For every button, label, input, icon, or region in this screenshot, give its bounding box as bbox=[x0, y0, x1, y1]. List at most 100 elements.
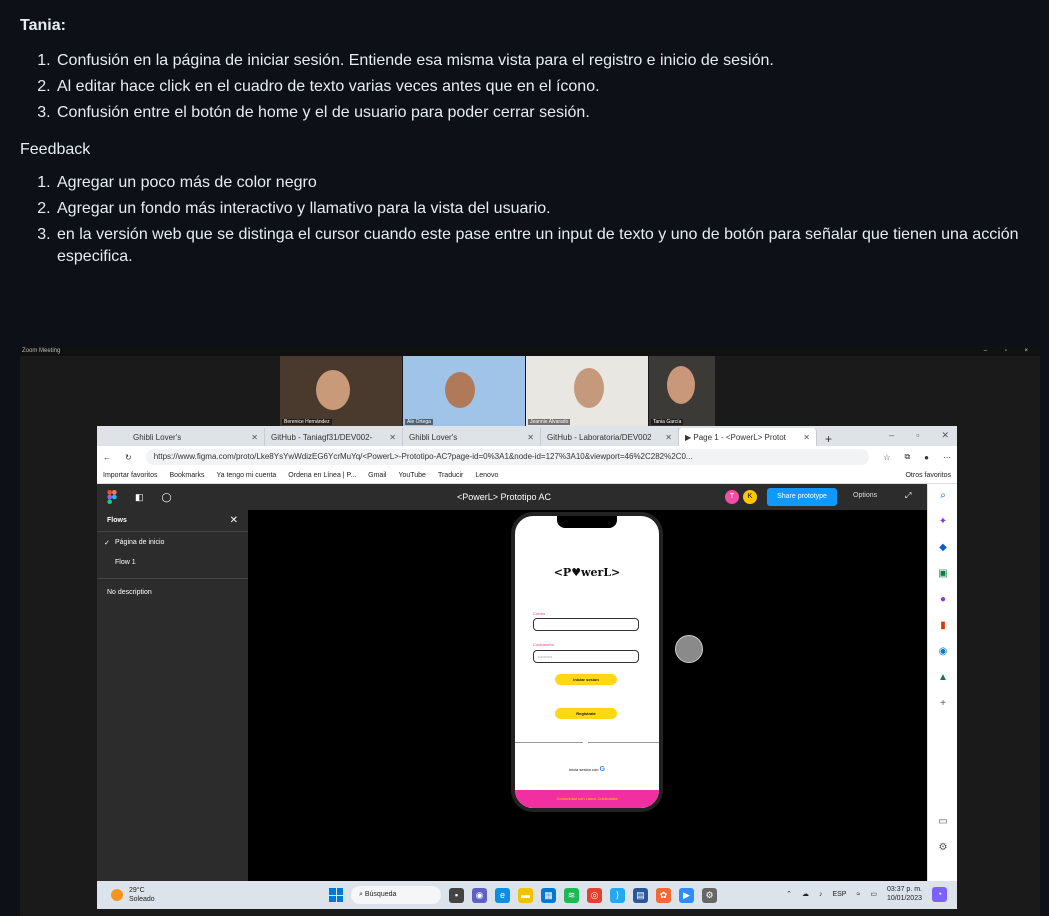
edge-icon[interactable]: e bbox=[495, 887, 510, 903]
browser-tab[interactable]: GitHub - Taniagf31/DEV002- ✕ bbox=[265, 428, 403, 446]
copilot-icon[interactable]: ✦ bbox=[937, 516, 949, 528]
participant-tile[interactable]: Berenice Hernández bbox=[280, 356, 402, 426]
office-icon[interactable]: ▮ bbox=[937, 620, 949, 632]
flow-label: Página de inicio bbox=[115, 539, 165, 546]
close-icon[interactable]: ✕ bbox=[803, 433, 810, 442]
options-button[interactable]: Options bbox=[853, 492, 877, 499]
browser-tab[interactable]: Ghibli Lover's ✕ bbox=[127, 428, 265, 446]
weather-condition: Soleado bbox=[129, 896, 155, 903]
comment-icon[interactable]: ◯ bbox=[162, 492, 172, 503]
password-field[interactable]: •••••••••• bbox=[533, 650, 639, 663]
maximize-icon[interactable]: ▫ bbox=[916, 430, 919, 441]
participant-name: Berenice Hernández bbox=[282, 419, 332, 425]
more-icon[interactable]: ⋯ bbox=[943, 453, 951, 462]
issue-item: Al editar hace click en el cuadro de tex… bbox=[55, 76, 1030, 98]
minimize-icon[interactable]: – bbox=[889, 430, 894, 441]
tab-title: GitHub - Taniagf31/DEV002- bbox=[271, 432, 373, 442]
chrome-icon[interactable]: ◎ bbox=[587, 887, 602, 903]
language-indicator[interactable]: ESP bbox=[832, 891, 846, 898]
tree-icon[interactable]: ▲ bbox=[937, 672, 949, 684]
email-field[interactable] bbox=[533, 618, 639, 631]
clock-time: 03:37 p. m. bbox=[886, 886, 922, 893]
tab-title: ▶ Page 1 - <PowerL> Protot bbox=[685, 432, 786, 442]
task-view-icon[interactable]: ▪ bbox=[449, 887, 464, 903]
bookmark-item[interactable]: Gmail bbox=[368, 472, 386, 479]
tab-strip: Ghibli Lover's ✕ GitHub - Taniagf31/DEV00… bbox=[97, 426, 957, 446]
store-icon[interactable]: ▦ bbox=[541, 887, 556, 903]
flow-item[interactable]: ✓ Página de inicio bbox=[97, 532, 248, 552]
register-button[interactable]: Registrate bbox=[555, 708, 617, 719]
figma-logo-icon[interactable] bbox=[107, 490, 117, 504]
browser-tab[interactable]: Ghibli Lover's ✕ bbox=[403, 428, 541, 446]
settings-icon[interactable]: ⚙ bbox=[937, 842, 949, 854]
wifi-icon[interactable]: ≈ bbox=[856, 891, 860, 898]
battery-icon[interactable]: ▭ bbox=[870, 890, 877, 898]
participant-tile[interactable]: Jeannie Alvarado bbox=[526, 356, 648, 426]
clock[interactable]: 03:37 p. m. 10/01/2023 bbox=[887, 885, 922, 903]
tag-icon[interactable]: ◆ bbox=[937, 542, 949, 554]
collections-icon[interactable]: ⧉ bbox=[904, 452, 910, 462]
url-field[interactable]: https://www.figma.com/proto/Lke8YsYwWdiz… bbox=[145, 449, 870, 465]
tools-icon[interactable]: ▣ bbox=[937, 568, 949, 580]
login-button[interactable]: Iniciar sesion bbox=[555, 674, 617, 685]
refresh-icon[interactable]: ↻ bbox=[125, 453, 132, 462]
bookmark-item[interactable]: Traducir bbox=[438, 472, 463, 479]
bookmark-item[interactable]: YouTube bbox=[398, 472, 426, 479]
people-icon[interactable]: ● bbox=[937, 594, 949, 606]
chat-icon[interactable]: ◉ bbox=[472, 887, 487, 903]
notification-icon[interactable]: ◔ bbox=[932, 886, 947, 902]
zoom-window-controls[interactable]: – ▫ × bbox=[984, 346, 1036, 356]
chevron-up-icon[interactable]: ⌃ bbox=[786, 890, 792, 898]
separator-label: o bbox=[583, 738, 588, 744]
file-explorer-icon[interactable]: ▬ bbox=[518, 887, 533, 903]
avatar: K bbox=[743, 490, 757, 504]
windows-taskbar: 29°C Soleado ⌕ Búsqueda ▪ ◉ e ▬ ▦ ≋ ◎ ⟩ … bbox=[97, 881, 957, 909]
taskbar-search[interactable]: ⌕ Búsqueda bbox=[351, 886, 441, 904]
share-prototype-button[interactable]: Share prototype bbox=[767, 488, 837, 506]
close-window-icon[interactable]: ✕ bbox=[941, 430, 949, 441]
sidebar-toggle-icon[interactable]: ◧ bbox=[135, 492, 144, 503]
file-title[interactable]: <PowerL> Prototipo AC bbox=[457, 492, 551, 502]
close-icon[interactable]: ✕ bbox=[389, 433, 396, 442]
participant-tile[interactable]: Ale Ortega bbox=[403, 356, 525, 426]
vscode-icon[interactable]: ⟩ bbox=[610, 887, 625, 903]
close-icon[interactable]: ✕ bbox=[230, 510, 238, 532]
figma-app-icon[interactable]: ✿ bbox=[656, 887, 671, 903]
expand-icon[interactable]: ⤢ bbox=[905, 491, 911, 501]
participant-tile[interactable]: Tania García bbox=[649, 356, 715, 426]
google-icon: G bbox=[599, 766, 606, 773]
zoom-icon[interactable]: ▶ bbox=[679, 887, 694, 903]
participant-video bbox=[574, 368, 604, 408]
tab-title: Ghibli Lover's bbox=[133, 432, 182, 442]
bookmark-item[interactable]: Importar favoritos bbox=[103, 472, 157, 479]
close-icon[interactable]: ✕ bbox=[251, 433, 258, 442]
profile-icon[interactable]: ● bbox=[924, 453, 929, 462]
weather-widget[interactable]: 29°C Soleado bbox=[111, 886, 155, 904]
bookmark-item[interactable]: Ya tengo mi cuenta bbox=[216, 472, 276, 479]
bookmark-item[interactable]: Lenovo bbox=[475, 472, 498, 479]
other-favorites[interactable]: Otros favoritos bbox=[905, 472, 951, 479]
google-login[interactable]: Inicia sesión con G bbox=[515, 766, 659, 773]
bookmark-item[interactable]: Ordena en Línea | P... bbox=[288, 472, 356, 479]
spotify-icon[interactable]: ≋ bbox=[564, 887, 579, 903]
favorite-icon[interactable]: ☆ bbox=[883, 453, 890, 462]
back-icon[interactable]: ← bbox=[103, 453, 111, 462]
mic-icon[interactable]: ♪ bbox=[819, 891, 823, 898]
app-logo: <P♥werL> bbox=[553, 566, 621, 579]
outlook-icon[interactable]: ◉ bbox=[937, 646, 949, 658]
zoom-screenshot: Zoom Meeting – ▫ × Berenice Hernández Al… bbox=[20, 346, 1040, 916]
add-icon[interactable]: + bbox=[937, 698, 949, 710]
bookmark-item[interactable]: Bookmarks bbox=[169, 472, 204, 479]
cloud-icon[interactable]: ☁ bbox=[802, 890, 809, 898]
search-icon[interactable]: ⌕ bbox=[937, 490, 949, 502]
new-tab-icon[interactable]: + bbox=[825, 432, 832, 446]
browser-tab[interactable]: GitHub - Laboratoria/DEV002 ✕ bbox=[541, 428, 679, 446]
close-icon[interactable]: ✕ bbox=[665, 433, 672, 442]
close-icon[interactable]: ✕ bbox=[527, 433, 534, 442]
sidebar-collapse-icon[interactable]: ▭ bbox=[937, 816, 949, 828]
windows-start-icon[interactable] bbox=[329, 888, 343, 902]
notepad-icon[interactable]: ▤ bbox=[633, 887, 648, 903]
settings-app-icon[interactable]: ⚙ bbox=[702, 887, 717, 903]
flow-item[interactable]: Flow 1 bbox=[97, 552, 248, 572]
browser-tab-active[interactable]: ▶ Page 1 - <PowerL> Protot ✕ bbox=[679, 428, 817, 446]
